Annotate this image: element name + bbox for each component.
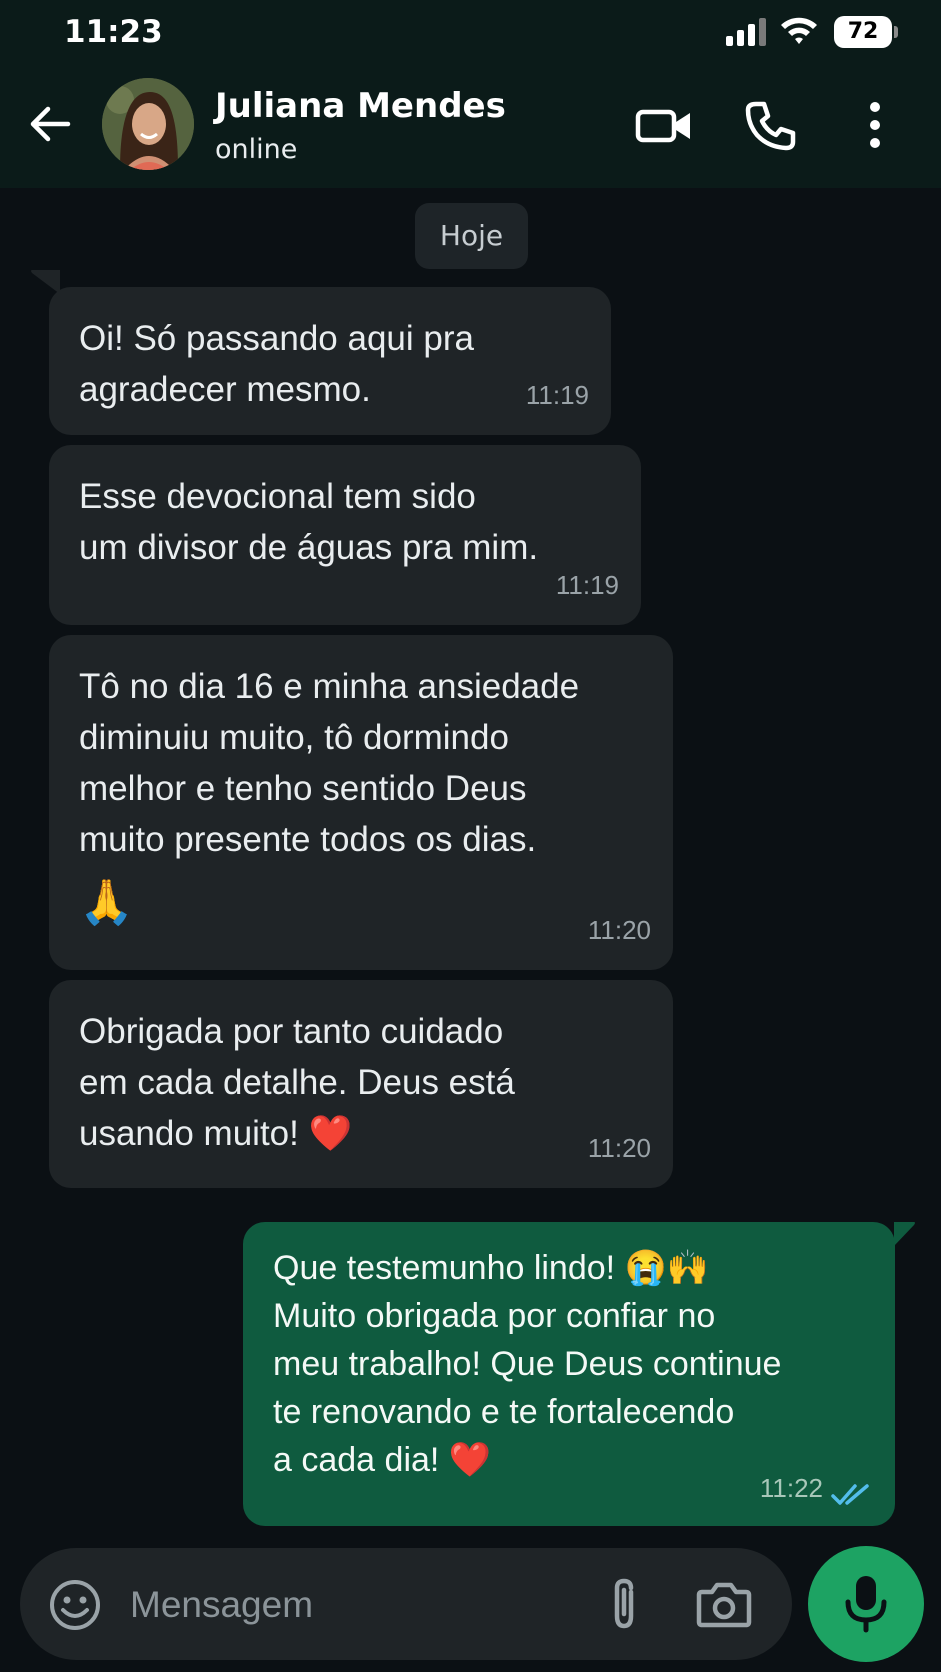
message-bubble-incoming[interactable]: Esse devocional tem sido um divisor de á…: [49, 445, 641, 625]
message-time: 11:19: [555, 570, 619, 600]
message-line: diminuiu muito, tô dormindo: [79, 718, 509, 757]
voice-record-button[interactable]: [808, 1546, 924, 1662]
message-line: meu trabalho! Que Deus continue: [273, 1345, 782, 1383]
contact-status: online: [215, 134, 298, 165]
message-line: Esse devocional tem sido: [79, 477, 476, 516]
message-bubble-incoming[interactable]: Tô no dia 16 e minha ansiedade diminuiu …: [49, 635, 673, 970]
contact-name[interactable]: Juliana Mendes: [215, 86, 506, 126]
attach-paperclip-icon[interactable]: [598, 1576, 652, 1632]
wifi-icon: [781, 17, 817, 44]
incoming-bubble-tail: [31, 270, 60, 294]
video-call-icon[interactable]: [634, 98, 694, 154]
back-arrow-icon[interactable]: [24, 98, 76, 150]
outgoing-bubble-tail: [894, 1222, 915, 1246]
message-time: 11:22: [759, 1473, 823, 1503]
battery-tip: [894, 26, 898, 38]
battery-icon: 72: [834, 16, 898, 48]
status-bar: 11:23 72: [0, 0, 941, 64]
status-time: 11:23: [64, 14, 163, 50]
contact-avatar[interactable]: [102, 78, 194, 170]
more-options-icon[interactable]: [845, 98, 905, 154]
message-line: em cada detalhe. Deus está: [79, 1063, 515, 1102]
battery-level: 72: [834, 16, 892, 48]
microphone-icon: [845, 1576, 887, 1633]
message-line: Obrigada por tanto cuidado: [79, 1012, 504, 1051]
praying-hands-emoji: 🙏: [79, 877, 134, 928]
message-line: melhor e tenho sentido Deus: [79, 769, 527, 808]
message-time: 11:19: [525, 380, 589, 410]
date-separator: Hoje: [415, 203, 528, 269]
message-line: usando muito! ❤️: [79, 1114, 353, 1153]
camera-icon[interactable]: [696, 1578, 752, 1630]
message-line: Oi! Só passando aqui pra: [79, 319, 474, 358]
message-line: agradecer mesmo.: [79, 370, 371, 409]
message-bubble-incoming[interactable]: Oi! Só passando aqui pra agradecer mesmo…: [49, 287, 611, 435]
message-line: te renovando e te fortalecendo: [273, 1393, 735, 1431]
message-time: 11:20: [587, 915, 651, 945]
message-time: 11:20: [587, 1133, 651, 1163]
voice-call-icon[interactable]: [742, 98, 802, 154]
message-line: muito presente todos os dias.: [79, 820, 537, 859]
emoji-icon[interactable]: [48, 1578, 102, 1632]
message-line: Tô no dia 16 e minha ansiedade: [79, 667, 580, 706]
read-double-check-icon: [831, 1484, 869, 1505]
message-line: um divisor de águas pra mim.: [79, 528, 539, 567]
message-line: Que testemunho lindo! 😭🙌: [273, 1249, 710, 1287]
message-input[interactable]: [130, 1578, 590, 1632]
chat-header: 11:23 72 Juliana Mendes online: [0, 0, 941, 188]
message-bubble-incoming[interactable]: Obrigada por tanto cuidado em cada detal…: [49, 980, 673, 1188]
message-composer: [20, 1548, 792, 1660]
cell-signal-icon: [726, 18, 766, 46]
message-bubble-outgoing[interactable]: Que testemunho lindo! 😭🙌 Muito obrigada …: [243, 1222, 895, 1526]
avatar-portrait-icon: [102, 78, 194, 170]
message-line: Muito obrigada por confiar no: [273, 1297, 716, 1335]
